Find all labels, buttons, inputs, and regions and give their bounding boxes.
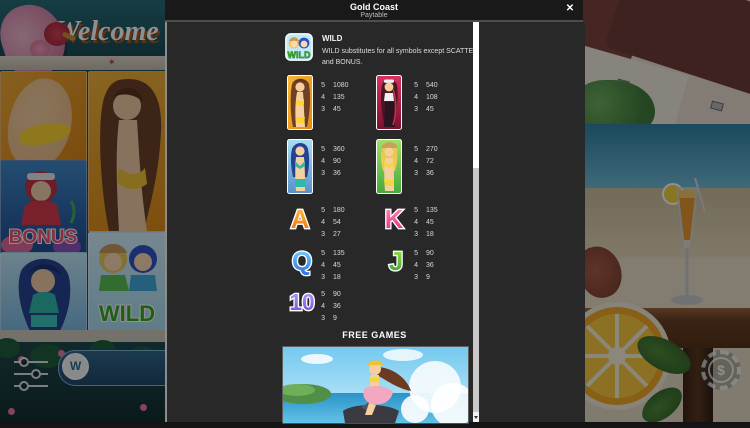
pay-row: 436 [413, 260, 434, 272]
wild-heading: WILD [322, 34, 482, 43]
pay-row: 454 [320, 217, 345, 229]
paytable-entry-girl-green: 5270 472 336 [376, 139, 402, 199]
pay-row: 445 [413, 217, 438, 229]
modal-scrollbar-track[interactable] [473, 22, 479, 422]
pay-row: 5180 [320, 205, 345, 217]
wild-symbol-icon: WILD [285, 33, 313, 66]
svg-text:10: 10 [289, 289, 314, 315]
free-games-image [282, 346, 469, 424]
pay-row: 318 [413, 229, 438, 241]
wild-icon-label: WILD [288, 50, 311, 60]
paytable-entry-K: K 5135 445 318 [378, 203, 410, 240]
paytable-modal: Gold Coast Paytable ✕ WILD WILD WILD sub… [165, 0, 583, 422]
paytable-entry-girl-blue: 5360 490 336 [287, 139, 313, 199]
pay-row: 5135 [320, 248, 345, 260]
pay-row: 345 [413, 104, 438, 116]
modal-header: Gold Coast Paytable ✕ [165, 0, 583, 20]
modal-title: Gold Coast [165, 0, 583, 12]
pay-row: 472 [413, 156, 438, 168]
pay-row: 5540 [413, 80, 438, 92]
game-background-right: $ [583, 0, 750, 422]
background-dim-overlay [583, 0, 750, 422]
pay-row: 490 [320, 156, 345, 168]
paytable-entry-girl-orange: 51080 4135 345 [287, 75, 313, 135]
pay-row: 436 [320, 301, 341, 313]
pay-row: 345 [320, 104, 349, 116]
paytable-entry-girl-red: 5540 4108 345 [376, 75, 402, 135]
pay-row: 39 [413, 272, 434, 284]
svg-text:A: A [291, 206, 310, 234]
scrollbar-down-arrow[interactable] [473, 412, 479, 422]
symbol-letter-k: K [378, 203, 410, 235]
symbol-letter-10: 10 [282, 287, 322, 315]
svg-text:Q: Q [292, 248, 312, 276]
pay-row: 590 [413, 248, 434, 260]
symbol-letter-q: Q [286, 245, 318, 277]
modal-subtitle: Paytable [165, 12, 583, 20]
wild-description-block: WILD WILD substitutes for all symbols ex… [322, 34, 482, 68]
symbol-letter-j: J [380, 245, 412, 277]
pay-row: 5360 [320, 144, 345, 156]
modal-scrollbar-thumb[interactable] [473, 22, 479, 168]
free-games-title: FREE GAMES [282, 330, 467, 340]
pay-row: 51080 [320, 80, 349, 92]
paytable-entry-Q: Q 5135 445 318 [286, 245, 318, 282]
pay-row: 4108 [413, 92, 438, 104]
pay-row: 336 [413, 168, 438, 180]
pay-row: 5135 [413, 205, 438, 217]
symbol-letter-a: A [284, 203, 316, 235]
pay-row: 4135 [320, 92, 349, 104]
close-button[interactable]: ✕ [563, 2, 577, 16]
svg-text:K: K [385, 206, 404, 234]
svg-text:J: J [389, 248, 403, 276]
pay-row: 336 [320, 168, 345, 180]
pay-row: 5270 [413, 144, 438, 156]
game-background-left: Welcome ✶ BONUS [0, 0, 165, 422]
paytable-entry-A: A 5180 454 327 [284, 203, 316, 240]
wild-description: WILD substitutes for all symbols except … [322, 46, 482, 68]
pay-row: 445 [320, 260, 345, 272]
pay-row: 590 [320, 289, 341, 301]
paytable-entry-10: 10 590 436 39 [282, 287, 322, 320]
paytable-content: WILD WILD WILD substitutes for all symbo… [165, 22, 585, 422]
pay-row: 318 [320, 272, 345, 284]
pay-row: 39 [320, 313, 341, 325]
paytable-entry-J: J 590 436 39 [380, 245, 412, 282]
background-dim-overlay [0, 0, 165, 422]
pay-row: 327 [320, 229, 345, 241]
